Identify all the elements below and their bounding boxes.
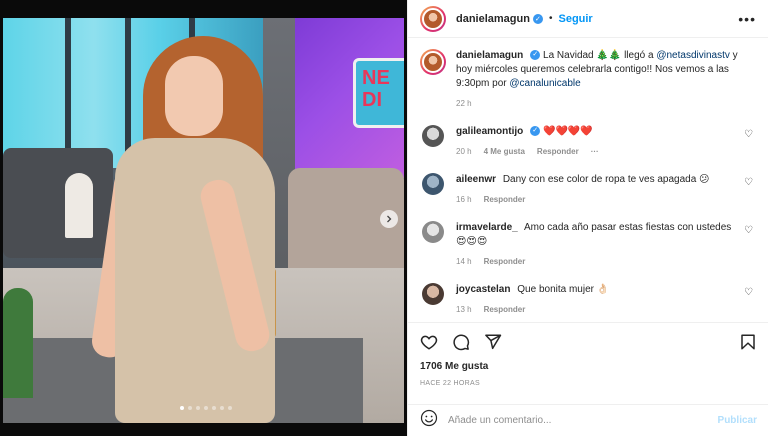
like-comment-heart-icon[interactable]: ♡ xyxy=(744,129,753,140)
separator-dot: • xyxy=(548,13,553,24)
share-send-icon[interactable] xyxy=(484,333,502,351)
reply-button[interactable]: Responder xyxy=(537,145,579,159)
comment-body: galileamontijo ✓ ❤️❤️❤️❤️ 20 h 4 Me gusta… xyxy=(456,125,736,159)
comment-username[interactable]: joycastelan xyxy=(456,284,510,295)
comment-time[interactable]: 13 h xyxy=(456,303,472,317)
caption-username[interactable]: danielamagun xyxy=(456,50,523,61)
avatar[interactable] xyxy=(420,49,446,75)
publish-button[interactable]: Publicar xyxy=(718,415,757,426)
post-panel: danielamagun ✓ • Seguir ••• danielamagun… xyxy=(407,0,768,436)
follow-button[interactable]: Seguir xyxy=(558,13,592,25)
post-actions: 1706 Me gusta HACE 22 HORAS xyxy=(408,322,768,387)
caption-time[interactable]: 22 h xyxy=(456,97,472,111)
add-comment-bar: Publicar xyxy=(408,404,768,436)
person-face xyxy=(165,56,223,136)
carousel-dot xyxy=(220,406,224,410)
emoji-icon[interactable] xyxy=(420,409,438,432)
comment-item: joycastelan Que bonita mujer 👌🏻 13 h Res… xyxy=(420,283,757,317)
like-comment-heart-icon[interactable]: ♡ xyxy=(744,287,753,298)
carousel-dot xyxy=(204,406,208,410)
reply-button[interactable]: Responder xyxy=(484,255,526,269)
save-bookmark-icon[interactable] xyxy=(739,333,757,351)
comment-body: irmavelarde_ Amo cada año pasar estas fi… xyxy=(456,221,736,269)
author-username[interactable]: danielamagun xyxy=(456,13,530,25)
comment-item: aileenwr Dany con ese color de ropa te v… xyxy=(420,173,757,207)
likes-count[interactable]: 1706 Me gusta xyxy=(420,361,757,372)
reply-button[interactable]: Responder xyxy=(484,193,526,207)
post-caption: danielamagun ✓ La Navidad 🎄🎄 llegó a @net… xyxy=(420,49,757,111)
comment-more-icon[interactable]: ··· xyxy=(591,145,599,159)
comment-text: ❤️❤️❤️❤️ xyxy=(543,126,593,137)
comments-list[interactable]: danielamagun ✓ La Navidad 🎄🎄 llegó a @net… xyxy=(408,39,768,322)
avatar[interactable] xyxy=(422,173,444,195)
caption-text: La Navidad 🎄🎄 llegó a xyxy=(543,50,657,61)
comment-body: joycastelan Que bonita mujer 👌🏻 13 h Res… xyxy=(456,283,736,317)
post-image-area: NE DI xyxy=(0,0,407,436)
comment-username[interactable]: irmavelarde_ xyxy=(456,222,518,233)
comment-time[interactable]: 20 h xyxy=(456,145,472,159)
comment-time[interactable]: 14 h xyxy=(456,255,472,269)
comment-bubble-icon[interactable] xyxy=(452,333,470,351)
scene-sofa xyxy=(3,148,113,258)
carousel-dot xyxy=(228,406,232,410)
like-comment-heart-icon[interactable]: ♡ xyxy=(744,225,753,236)
post-timestamp[interactable]: HACE 22 HORAS xyxy=(420,380,757,387)
comment-text: Dany con ese color de ropa te ves apagad… xyxy=(502,174,710,185)
avatar[interactable] xyxy=(422,221,444,243)
caption-body: danielamagun ✓ La Navidad 🎄🎄 llegó a @net… xyxy=(456,49,756,111)
post-photo[interactable]: NE DI xyxy=(3,18,404,423)
verified-badge-icon: ✓ xyxy=(530,126,541,137)
post-header: danielamagun ✓ • Seguir ••• xyxy=(408,0,768,38)
comment-username[interactable]: galileamontijo xyxy=(456,126,523,137)
carousel-next-button[interactable] xyxy=(380,210,398,228)
action-bar xyxy=(420,331,757,353)
more-options-icon[interactable]: ••• xyxy=(738,11,756,27)
carousel-dot xyxy=(188,406,192,410)
verified-badge-icon: ✓ xyxy=(532,13,543,24)
avatar[interactable] xyxy=(422,125,444,147)
carousel-dot xyxy=(180,406,184,410)
caption-mention[interactable]: @canalunicable xyxy=(509,78,580,89)
comment-time[interactable]: 16 h xyxy=(456,193,472,207)
verified-badge-icon: ✓ xyxy=(530,50,541,61)
avatar[interactable] xyxy=(420,5,446,32)
comment-username[interactable]: aileenwr xyxy=(456,174,496,185)
carousel-dot xyxy=(196,406,200,410)
reply-button[interactable]: Responder xyxy=(484,303,526,317)
carousel-dot xyxy=(212,406,216,410)
comment-item: irmavelarde_ Amo cada año pasar estas fi… xyxy=(420,221,757,269)
carousel-indicator xyxy=(180,406,232,410)
comment-body: aileenwr Dany con ese color de ropa te v… xyxy=(456,173,736,207)
comment-text: Que bonita mujer 👌🏻 xyxy=(517,284,610,295)
comment-input[interactable] xyxy=(448,415,718,426)
like-heart-icon[interactable] xyxy=(420,333,438,351)
like-comment-heart-icon[interactable]: ♡ xyxy=(744,177,753,188)
scene-christmas-tree xyxy=(3,288,33,398)
caption-mention[interactable]: @netasdivinastv xyxy=(656,50,730,61)
avatar[interactable] xyxy=(422,283,444,305)
comment-item: galileamontijo ✓ ❤️❤️❤️❤️ 20 h 4 Me gusta… xyxy=(420,125,757,159)
scene-lamp xyxy=(65,173,93,238)
comment-likes[interactable]: 4 Me gusta xyxy=(484,145,525,159)
window-frame xyxy=(65,18,71,168)
neon-sign: NE DI xyxy=(353,58,404,128)
chevron-right-icon xyxy=(387,215,392,223)
